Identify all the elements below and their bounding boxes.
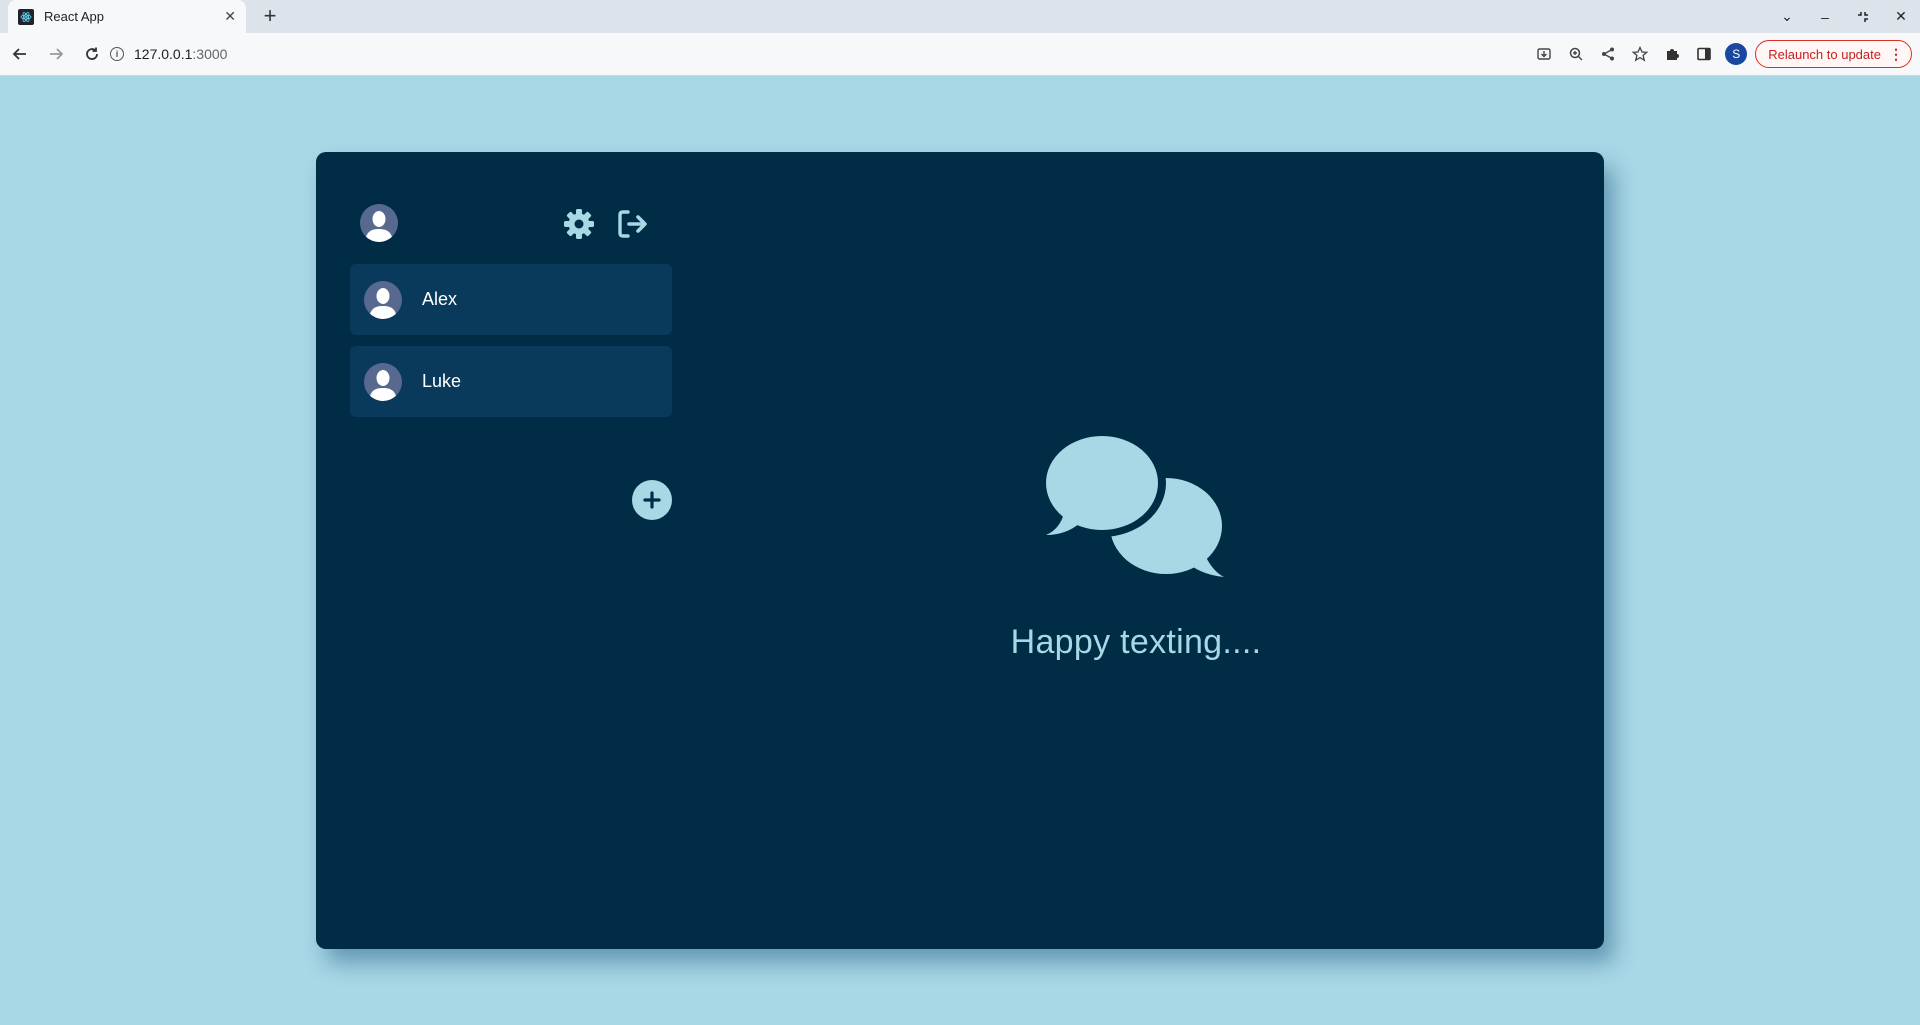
browser-tab[interactable]: React App ✕ (8, 0, 246, 33)
address-bar[interactable]: i 127.0.0.1:3000 (110, 39, 1510, 69)
bookmark-star-icon[interactable] (1627, 41, 1653, 67)
profile-initial: S (1725, 43, 1748, 65)
plus-icon (643, 491, 661, 509)
contact-item[interactable]: Alex (350, 264, 672, 335)
back-button[interactable] (4, 38, 36, 70)
welcome-text: Happy texting.... (1010, 623, 1262, 661)
tab-title: React App (44, 9, 104, 24)
user-avatar-icon (365, 211, 393, 242)
chat-app-card: Alex Luke Happy texting.... (316, 152, 1604, 949)
restore-icon[interactable] (1844, 0, 1882, 33)
tab-search-icon[interactable]: ⌄ (1768, 0, 1806, 33)
tab-close-icon[interactable]: ✕ (224, 8, 236, 25)
logout-button[interactable] (616, 207, 650, 241)
close-window-icon[interactable]: ✕ (1882, 0, 1920, 33)
extensions-icon[interactable] (1659, 41, 1685, 67)
chat-bubbles-icon (1044, 435, 1224, 577)
profile-avatar[interactable]: S (1723, 41, 1749, 67)
share-icon[interactable] (1595, 41, 1621, 67)
window-controls: ⌄ – ✕ (1768, 0, 1920, 33)
contact-avatar (364, 362, 402, 401)
contact-item[interactable]: Luke (350, 346, 672, 417)
add-contact-button[interactable] (632, 480, 672, 520)
gear-icon (564, 209, 594, 239)
browser-tabstrip: React App ✕ + ⌄ – ✕ (0, 0, 1920, 33)
my-avatar[interactable] (360, 204, 398, 242)
settings-button[interactable] (562, 207, 596, 241)
browser-toolbar: i 127.0.0.1:3000 S Relaunch to update ⋮ (0, 33, 1920, 76)
relaunch-label: Relaunch to update (1768, 46, 1881, 62)
site-info-icon[interactable]: i (110, 47, 124, 61)
welcome-panel: Happy texting.... (956, 435, 1316, 662)
user-avatar-icon (369, 287, 397, 319)
install-app-icon[interactable] (1531, 41, 1557, 67)
contact-avatar (364, 280, 402, 319)
more-menu-icon: ⋮ (1889, 45, 1903, 62)
forward-button[interactable] (40, 38, 72, 70)
contact-name: Luke (422, 371, 462, 391)
new-tab-button[interactable]: + (258, 3, 282, 28)
zoom-icon[interactable] (1563, 41, 1589, 67)
sidebar: Alex Luke (350, 192, 672, 520)
toolbar-actions: S Relaunch to update ⋮ (1531, 39, 1912, 69)
contact-list: Alex Luke (350, 264, 672, 417)
minimize-icon[interactable]: – (1806, 0, 1844, 33)
relaunch-button[interactable]: Relaunch to update ⋮ (1755, 40, 1912, 68)
logout-icon (618, 210, 647, 238)
sidebar-header (350, 192, 672, 254)
url-host: 127.0.0.1 (134, 46, 193, 62)
react-favicon-icon (18, 8, 34, 25)
contact-name: Alex (422, 289, 458, 309)
side-panel-icon[interactable] (1691, 41, 1717, 67)
reload-button[interactable] (76, 38, 108, 70)
user-avatar-icon (369, 369, 397, 401)
url-port: :3000 (192, 46, 228, 62)
